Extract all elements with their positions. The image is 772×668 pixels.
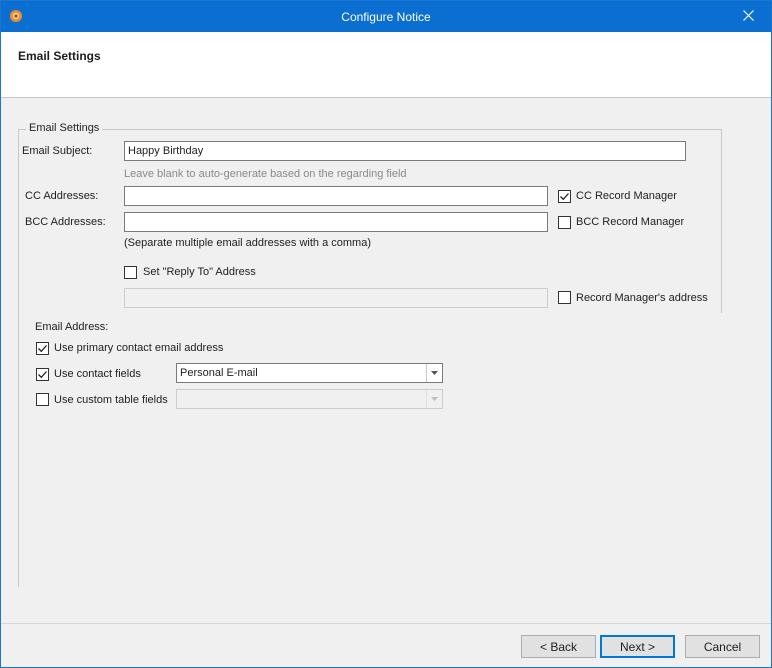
contact-field-value: Personal E-mail bbox=[180, 367, 258, 379]
use-contact-fields-checkbox[interactable] bbox=[36, 368, 49, 381]
separator-hint: (Separate multiple email addresses with … bbox=[124, 237, 371, 249]
use-custom-table-checkbox[interactable] bbox=[36, 393, 49, 406]
checkmark-icon bbox=[37, 369, 48, 380]
email-subject-label: Email Subject: bbox=[22, 145, 93, 157]
subject-hint: Leave blank to auto-generate based on th… bbox=[124, 168, 407, 180]
next-button[interactable]: Next > bbox=[600, 635, 675, 658]
groupbox-edge-gap bbox=[719, 313, 725, 593]
record-manager-address-checkbox[interactable] bbox=[558, 291, 571, 304]
back-button[interactable]: < Back bbox=[521, 635, 596, 658]
cc-record-manager-checkbox[interactable] bbox=[558, 190, 571, 203]
configure-notice-window: Configure Notice Email Settings Email Se… bbox=[0, 0, 772, 668]
window-title: Configure Notice bbox=[341, 10, 431, 24]
groupbox-title: Email Settings bbox=[26, 122, 103, 134]
cc-addresses-input[interactable] bbox=[124, 186, 548, 206]
reply-to-input[interactable] bbox=[124, 288, 548, 308]
header-panel: Email Settings bbox=[1, 32, 771, 98]
use-contact-fields-label: Use contact fields bbox=[54, 368, 141, 380]
close-button[interactable] bbox=[725, 1, 771, 32]
cancel-button[interactable]: Cancel bbox=[685, 635, 760, 658]
use-custom-table-label: Use custom table fields bbox=[54, 394, 168, 406]
email-subject-input[interactable] bbox=[124, 141, 686, 161]
use-primary-contact-checkbox[interactable] bbox=[36, 342, 49, 355]
cc-addresses-label: CC Addresses: bbox=[25, 190, 99, 202]
bcc-record-manager-label: BCC Record Manager bbox=[576, 216, 685, 228]
bcc-addresses-input[interactable] bbox=[124, 212, 548, 232]
chevron-down-icon bbox=[426, 390, 442, 408]
bcc-record-manager-checkbox[interactable] bbox=[558, 216, 571, 229]
email-address-label: Email Address: bbox=[35, 321, 109, 333]
record-manager-address-label: Record Manager's address bbox=[576, 292, 708, 304]
custom-table-dropdown[interactable] bbox=[176, 389, 443, 409]
contact-field-dropdown[interactable]: Personal E-mail bbox=[176, 363, 443, 383]
page-title: Email Settings bbox=[18, 49, 101, 63]
reply-to-checkbox[interactable] bbox=[124, 266, 137, 279]
cc-record-manager-label: CC Record Manager bbox=[576, 190, 677, 202]
checkmark-icon bbox=[559, 191, 570, 202]
title-bar: Configure Notice bbox=[1, 1, 771, 32]
chevron-down-icon bbox=[426, 364, 442, 382]
bcc-addresses-label: BCC Addresses: bbox=[25, 216, 106, 228]
close-icon bbox=[742, 9, 754, 24]
reply-to-label: Set "Reply To" Address bbox=[143, 266, 256, 278]
footer-divider bbox=[1, 623, 771, 624]
checkmark-icon bbox=[37, 343, 48, 354]
use-primary-contact-label: Use primary contact email address bbox=[54, 342, 224, 354]
